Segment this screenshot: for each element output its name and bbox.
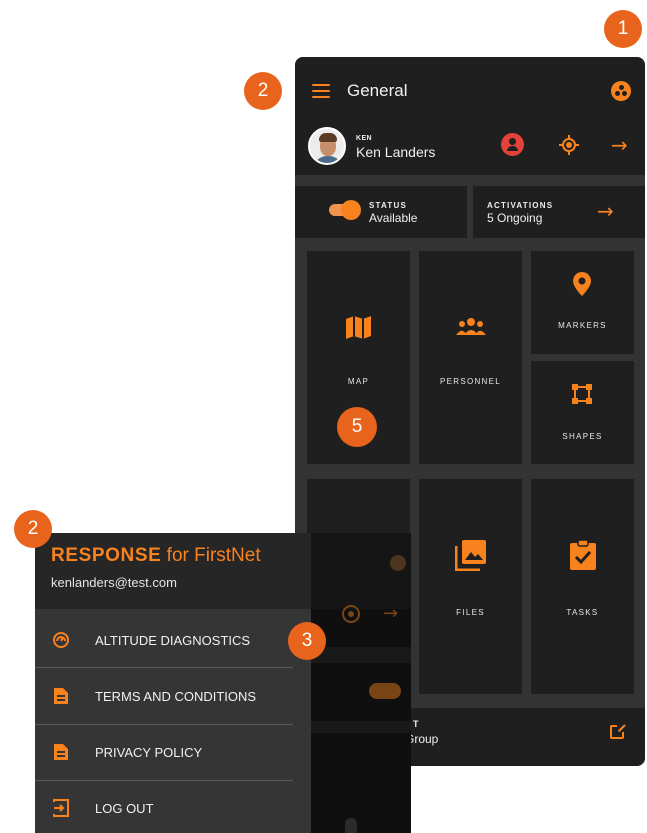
marker-pin-icon	[573, 272, 591, 296]
user-short-name: KEN	[356, 135, 372, 142]
tile-personnel[interactable]: PERSONNEL	[419, 251, 522, 464]
document-icon	[54, 688, 68, 704]
menu-item-label: PRIVACY POLICY	[95, 745, 203, 760]
drawer-header: RESPONSE for FirstNet kenlanders@test.co…	[35, 533, 311, 609]
tile-markers[interactable]: MARKERS	[531, 251, 634, 354]
user-full-name: Ken Landers	[356, 144, 436, 160]
callout-badge-3: 3	[288, 622, 326, 660]
gallery-icon	[455, 540, 486, 571]
speedometer-icon	[53, 632, 69, 648]
tile-markers-label: MARKERS	[558, 321, 607, 330]
locate-icon[interactable]	[559, 135, 579, 155]
tile-shapes-label: SHAPES	[562, 432, 603, 441]
divider	[35, 667, 293, 668]
user-row: KEN Ken Landers →	[295, 125, 645, 175]
map-icon	[346, 316, 371, 339]
footer-label: T	[413, 719, 419, 729]
drawer-scrim[interactable]: →	[295, 533, 411, 833]
shapes-icon	[572, 384, 592, 404]
page-title: General	[347, 81, 408, 100]
user-email: kenlanders@test.com	[51, 575, 177, 590]
toggle-dimmed	[369, 683, 401, 699]
tile-tasks-label: TASKS	[566, 608, 599, 617]
personnel-icon	[456, 318, 486, 335]
status-label: STATUS	[369, 201, 408, 210]
tile-files[interactable]: FILES	[419, 479, 522, 694]
navigation-drawer: RESPONSE for FirstNet kenlanders@test.co…	[35, 533, 311, 833]
status-value: Available	[369, 211, 418, 225]
logout-icon	[53, 799, 69, 817]
user-status-icon[interactable]	[501, 133, 524, 156]
callout-badge-2-top: 2	[244, 72, 282, 110]
user-arrow-icon[interactable]: →	[611, 135, 628, 155]
brand-title: RESPONSE for FirstNet	[51, 545, 261, 566]
menu-item-altitude-diagnostics[interactable]: ALTITUDE DIAGNOSTICS	[35, 613, 311, 669]
menu-item-label: ALTITUDE DIAGNOSTICS	[95, 633, 251, 648]
avatar[interactable]	[308, 127, 346, 165]
tile-files-label: FILES	[456, 608, 485, 617]
tile-personnel-label: PERSONNEL	[439, 377, 502, 386]
activations-card[interactable]: ACTIVATIONS 5 Ongoing →	[473, 186, 645, 238]
menu-item-terms[interactable]: TERMS AND CONDITIONS	[35, 669, 311, 725]
menu-item-privacy[interactable]: PRIVACY POLICY	[35, 725, 311, 781]
group-icon[interactable]	[611, 81, 631, 101]
menu-item-label: TERMS AND CONDITIONS	[95, 689, 257, 704]
document-icon	[54, 744, 68, 760]
activations-arrow-icon[interactable]: →	[597, 201, 614, 221]
callout-badge-2-bottom: 2	[14, 510, 52, 548]
tile-map-label: MAP	[347, 377, 370, 386]
tile-shapes[interactable]: SHAPES	[531, 361, 634, 464]
external-link-icon[interactable]	[610, 724, 626, 739]
clipboard-check-icon	[570, 539, 596, 570]
group-icon-dimmed	[390, 555, 406, 571]
activations-value: 5 Ongoing	[487, 211, 543, 225]
callout-badge-5: 5	[337, 407, 377, 447]
callout-badge-1: 1	[604, 10, 642, 48]
tile-tasks[interactable]: TASKS	[531, 479, 634, 694]
arrow-icon-dimmed: →	[383, 603, 399, 624]
activations-label: ACTIVATIONS	[487, 201, 554, 210]
hamburger-icon[interactable]	[312, 84, 330, 98]
status-toggle[interactable]	[329, 200, 361, 220]
menu-item-label: LOG OUT	[95, 801, 154, 816]
status-card[interactable]: STATUS Available	[295, 186, 467, 238]
app-bar: General	[295, 57, 645, 125]
menu-item-log-out[interactable]: LOG OUT	[35, 781, 311, 833]
